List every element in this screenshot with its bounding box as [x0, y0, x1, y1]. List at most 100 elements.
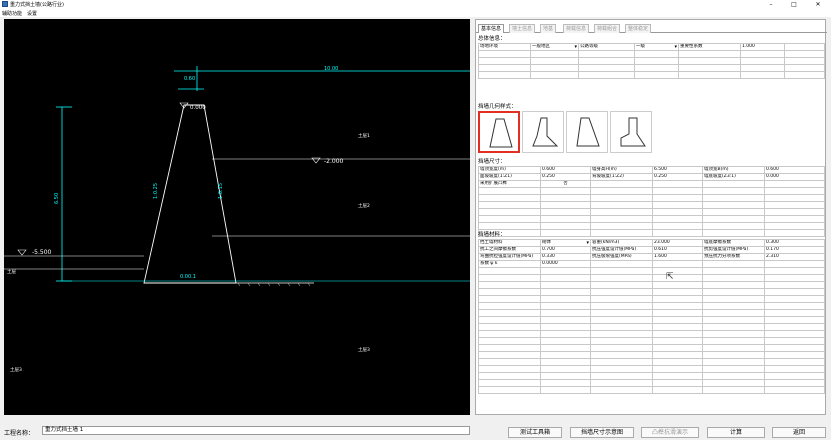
tab-basic-info[interactable]: 基本信息 — [478, 24, 505, 33]
shear-key-demo-button[interactable]: 凸榫抗滑演示 — [641, 427, 699, 438]
empty-cell — [784, 43, 825, 51]
test-toolbox-button[interactable]: 测试工具箱 — [508, 427, 562, 438]
cell-input[interactable]: 0.170 — [764, 246, 825, 254]
cell-label: 挡土墙材料 — [478, 239, 541, 247]
cell-input[interactable]: 0.610 — [652, 246, 703, 254]
slope-right-label: 1:0.15 — [218, 183, 224, 199]
cell-label: 抗工之间摩擦系数 — [478, 246, 541, 254]
site-select[interactable]: 一般地区 — [530, 43, 579, 51]
cell-input[interactable]: 2.310 — [764, 253, 825, 261]
table-row: 抗工之间摩擦系数 0.700 抗压强度设计值(MPa) 0.610 抗剪强度设计… — [478, 246, 825, 254]
menu-bar: 辅助功能 设置 — [0, 9, 831, 17]
cell-label: 墙顶宽B(m) — [702, 166, 765, 174]
menu-item-settings[interactable]: 设置 — [27, 10, 37, 17]
cell-label: 墙底摩擦系数 — [702, 239, 765, 247]
cell-input[interactable]: 1.600 — [652, 253, 703, 261]
overall-section-title: 总体信息： — [478, 36, 506, 42]
materials-section-title: 挡墙材料： — [478, 232, 506, 238]
cell-label: 容重(kN/m3) — [590, 239, 653, 247]
cell-label: 弯曲抗拉强度设计值(MPa) — [478, 253, 541, 261]
project-name-label: 工程名称： — [4, 430, 35, 437]
wall-dimension-diagram-button[interactable]: 挡墙尺寸示意图 — [570, 427, 634, 438]
project-name-input[interactable]: 重力式挡土墙 1 — [42, 426, 470, 435]
tab-load-info[interactable]: 荷载信息 — [563, 24, 590, 33]
wall-shape-2[interactable] — [522, 111, 564, 153]
left-level-marker — [17, 249, 27, 256]
cell-label: 抗剪强度设计值(MPa) — [702, 246, 765, 254]
cell-input[interactable]: 6.500 — [652, 166, 703, 174]
cell-label: 墙顶宽度(m) — [478, 166, 541, 174]
road-grade-label: 公路等级 — [578, 43, 635, 51]
cell-input[interactable]: 0.600 — [540, 166, 591, 174]
minimize-button[interactable]: – — [763, 0, 779, 9]
app-icon — [2, 1, 8, 7]
cell-label: 面坡坡度(1:Z1) — [478, 173, 541, 181]
tab-load-combo[interactable]: 荷载组合 — [594, 24, 621, 33]
cell-input[interactable]: 23.000 — [652, 239, 703, 247]
cell-label: 系数 ψ k — [478, 260, 541, 268]
drawing-canvas[interactable]: 0.60 10.00 0.000 6.50 1:0.25 1:0.15 -2.0… — [4, 19, 470, 415]
road-grade-select[interactable]: 一级 — [634, 43, 679, 51]
dimensions-section-title: 挡墙尺寸： — [478, 159, 506, 165]
bottom-left-soil-label: 土层3 — [10, 366, 22, 373]
close-button[interactable]: ✕ — [810, 0, 826, 9]
tab-bar: 基本信息 墙土信息 地基 荷载信息 荷载组合 整体稳定 — [476, 24, 827, 33]
wall-shape-4[interactable] — [610, 111, 652, 153]
table-row: 面坡坡度(1:Z1) 0.250 背坡坡度(1:Z2) 0.250 墙底坡度(Z… — [478, 173, 825, 181]
top-ext-label: 10.00 — [324, 66, 338, 72]
bottom-bar: 工程名称： 重力式挡土墙 1 测试工具箱 挡墙尺寸示意图 凸榫抗滑演示 计算 返… — [0, 420, 831, 440]
mouse-cursor-icon: ⇱ — [666, 272, 674, 282]
cell-label: 背坡坡度(1:Z2) — [590, 173, 653, 181]
wall-section-drawing: 0.60 10.00 0.000 6.50 1:0.25 1:0.15 -2.0… — [4, 66, 470, 373]
cell-input[interactable]: 0.0000 — [540, 260, 591, 268]
cell-input[interactable]: 0.250 — [540, 173, 591, 181]
table-row: 墙顶宽度(m) 0.600 墙身高H(m) 6.500 墙顶宽B(m) 0.60… — [478, 166, 825, 174]
table-row: 采用扩展凸榫 否 — [478, 180, 825, 188]
soil-label-1: 土层1 — [358, 132, 370, 139]
material-select[interactable]: 砌体 — [540, 239, 591, 247]
wall-shape-3[interactable] — [566, 111, 608, 153]
cell-input[interactable]: 否 — [540, 180, 591, 188]
cell-label: 采用扩展凸榫 — [478, 180, 541, 188]
top-width-label: 0.60 — [184, 76, 195, 82]
cell-label: 预压抗力分项系数 — [702, 253, 765, 261]
cell-input[interactable]: 0.000 — [764, 173, 825, 181]
height-label: 6.50 — [54, 193, 60, 204]
return-button[interactable]: 返回 — [772, 427, 826, 438]
cell-input[interactable]: 0.330 — [540, 253, 591, 261]
tab-wall-soil[interactable]: 墙土信息 — [509, 24, 536, 33]
tab-global-stability[interactable]: 整体稳定 — [625, 24, 652, 33]
cell-label: 抗压极限强度(MPa) — [590, 253, 653, 261]
water-label: -2.000 — [324, 158, 344, 165]
title-bar: 重力式挡土墙(公路行业) – □ ✕ — [0, 0, 831, 9]
cell-label: 墙身高H(m) — [590, 166, 653, 174]
cell-input[interactable]: 0.600 — [764, 166, 825, 174]
left-soil-label: 土层 — [7, 268, 16, 275]
properties-panel: 基本信息 墙土信息 地基 荷载信息 荷载组合 整体稳定 总体信息： 场地环境 一… — [475, 19, 827, 415]
cell-label: 墙底坡度(Z3:1) — [702, 173, 765, 181]
wall-shape-picker — [478, 111, 654, 153]
importance-factor-input[interactable]: 1.000 — [740, 43, 785, 51]
shapes-section-title: 挡墙几何样式： — [478, 104, 517, 110]
maximize-button[interactable]: □ — [786, 0, 802, 9]
slope-left-label: 1:0.25 — [153, 183, 159, 199]
table-row: 系数 ψ k 0.0000 — [478, 260, 825, 268]
menu-item-tools[interactable]: 辅助功能 — [2, 10, 22, 17]
window-title: 重力式挡土墙(公路行业) — [10, 2, 64, 8]
cell-input[interactable]: 0.700 — [540, 246, 591, 254]
calculate-button[interactable]: 计算 — [707, 427, 765, 438]
cell-label: 抗压强度设计值(MPa) — [590, 246, 653, 254]
materials-table: 挡土墙材料 砌体 容重(kN/m3) 23.000 墙底摩擦系数 0.300 抗… — [478, 239, 825, 394]
cell-input[interactable]: 0.300 — [764, 239, 825, 247]
tab-foundation[interactable]: 地基 — [540, 24, 557, 33]
dimensions-table: 墙顶宽度(m) 0.600 墙身高H(m) 6.500 墙顶宽B(m) 0.60… — [478, 166, 825, 237]
left-level-label: -5.500 — [32, 249, 52, 256]
wall-shape-1[interactable] — [478, 111, 520, 153]
overall-table: 场地环境 一般地区 公路等级 一级 重要性系数 1.000 — [478, 43, 825, 79]
table-row: 场地环境 一般地区 公路等级 一级 重要性系数 1.000 — [478, 43, 825, 51]
importance-factor-label: 重要性系数 — [678, 43, 741, 51]
table-row: 挡土墙材料 砌体 容重(kN/m3) 23.000 墙底摩擦系数 0.300 — [478, 239, 825, 247]
soil-label-2: 土层2 — [358, 202, 370, 209]
cell-input[interactable]: 0.250 — [652, 173, 703, 181]
base-label: 0.00.1 — [180, 274, 196, 280]
